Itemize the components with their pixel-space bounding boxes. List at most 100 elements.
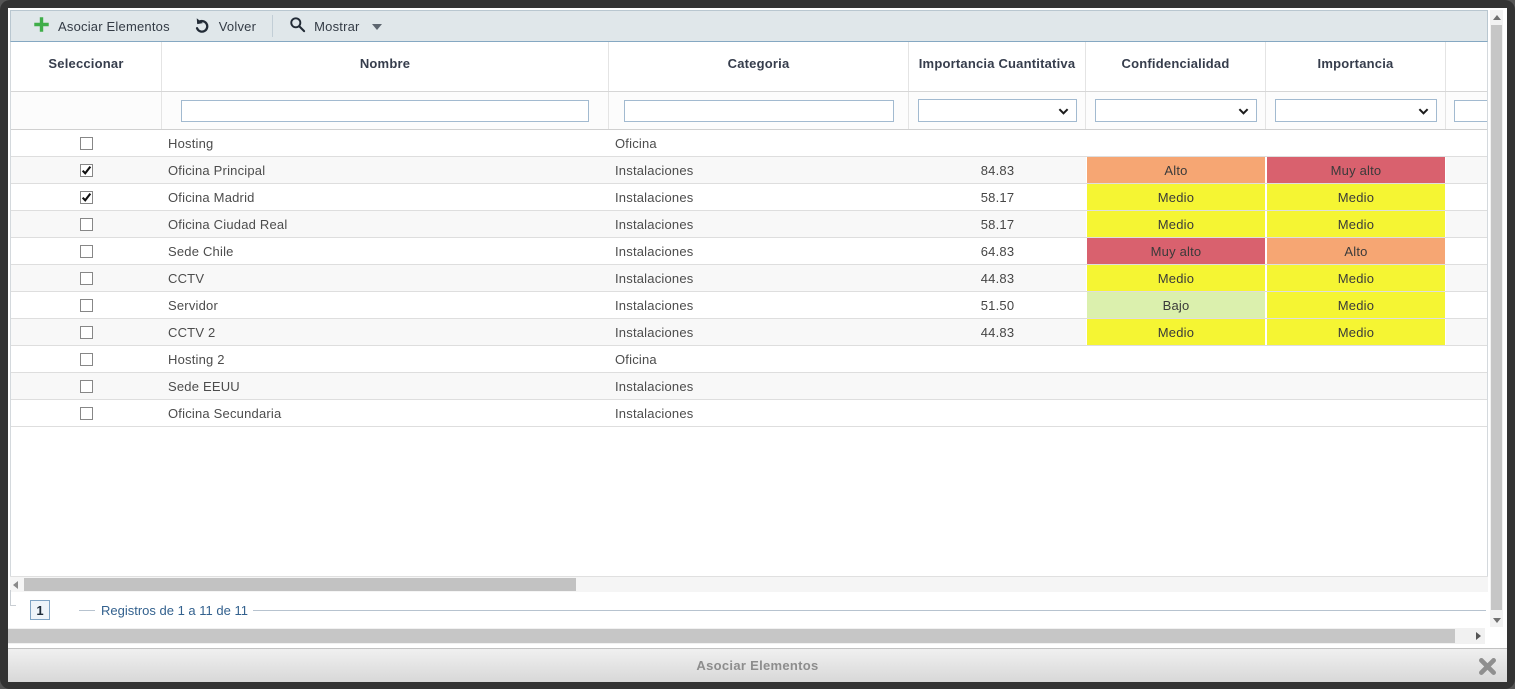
categoria-filter-input[interactable]	[624, 100, 894, 122]
row-checkbox[interactable]	[80, 407, 93, 420]
filter-row	[11, 92, 1487, 130]
row-categoria: Instalaciones	[609, 292, 909, 318]
row-nombre: CCTV	[162, 265, 609, 291]
table-row: Oficina Principal Instalaciones 84.83 Al…	[11, 157, 1487, 184]
records-count-text: Registros de 1 a 11 de 11	[101, 603, 248, 618]
row-checkbox[interactable]	[80, 245, 93, 258]
table-row: Oficina Secundaria Instalaciones	[11, 400, 1487, 427]
row-checkbox[interactable]	[80, 326, 93, 339]
volver-label: Volver	[219, 19, 256, 34]
row-categoria: Oficina	[609, 346, 909, 372]
scroll-right-icon[interactable]	[1476, 632, 1481, 640]
dialog-content: Asociar Elementos Volver	[8, 8, 1507, 682]
row-importancia-cuantitativa: 84.83	[909, 157, 1086, 183]
nombre-filter-input[interactable]	[181, 100, 589, 122]
row-importancia-cuantitativa: 58.17	[909, 211, 1086, 237]
table-row: Sede EEUU Instalaciones	[11, 373, 1487, 400]
vertical-scrollbar-thumb[interactable]	[1491, 25, 1502, 610]
row-importancia-cuantitativa: 64.83	[909, 238, 1086, 264]
importancia-badge: Muy alto	[1266, 157, 1446, 183]
row-nombre: Sede Chile	[162, 238, 609, 264]
column-header-nombre: Nombre	[162, 42, 609, 91]
row-checkbox[interactable]	[80, 191, 93, 204]
table-header-row: Seleccionar Nombre Categoria Importancia…	[11, 42, 1487, 92]
row-importancia-cuantitativa	[909, 130, 1086, 156]
row-nombre: Hosting 2	[162, 346, 609, 372]
table-horizontal-scrollbar-thumb[interactable]	[24, 578, 576, 591]
row-categoria: Oficina	[609, 130, 909, 156]
page-1-button[interactable]: 1	[30, 600, 50, 620]
table-horizontal-scrollbar[interactable]	[10, 576, 1488, 592]
table-body: Hosting Oficina Oficina Principal Instal…	[11, 130, 1487, 427]
filter-cell-seleccionar	[11, 92, 162, 129]
plus-icon	[33, 16, 50, 36]
legend-line-right	[253, 610, 1486, 611]
records-legend: Registros de 1 a 11 de 11	[79, 601, 1486, 619]
scroll-left-icon[interactable]	[13, 581, 18, 589]
chevron-down-icon	[1418, 106, 1429, 117]
row-checkbox[interactable]	[80, 137, 93, 150]
vertical-scrollbar[interactable]	[1490, 10, 1503, 627]
row-checkbox[interactable]	[80, 380, 93, 393]
column-header-importancia-cuantitativa: Importancia Cuantitativa	[909, 42, 1086, 91]
row-categoria: Instalaciones	[609, 238, 909, 264]
table-row: Servidor Instalaciones 51.50 Bajo Medio	[11, 292, 1487, 319]
chevron-down-icon	[1238, 106, 1249, 117]
row-checkbox[interactable]	[80, 218, 93, 231]
importancia-badge: Medio	[1266, 211, 1446, 237]
importancia-badge: Medio	[1266, 265, 1446, 291]
confidencialidad-filter-select[interactable]	[1095, 99, 1257, 122]
row-importancia-cuantitativa: 44.83	[909, 319, 1086, 345]
window-horizontal-scrollbar[interactable]	[8, 628, 1485, 644]
undo-icon	[194, 16, 211, 36]
importancia-badge: Medio	[1266, 319, 1446, 345]
dialog-title: Asociar Elementos	[696, 658, 818, 673]
close-icon[interactable]	[1476, 655, 1498, 677]
scroll-down-icon[interactable]	[1493, 618, 1501, 623]
importancia-filter-select[interactable]	[1275, 99, 1437, 122]
row-categoria: Instalaciones	[609, 157, 909, 183]
window-horizontal-scrollbar-thumb[interactable]	[8, 629, 1455, 643]
row-nombre: CCTV 2	[162, 319, 609, 345]
row-importancia-cuantitativa: 44.83	[909, 265, 1086, 291]
asociar-elementos-label: Asociar Elementos	[58, 19, 170, 34]
column-header-confidencialidad: Confidencialidad	[1086, 42, 1266, 91]
row-nombre: Servidor	[162, 292, 609, 318]
row-categoria: Instalaciones	[609, 265, 909, 291]
table-region: Seleccionar Nombre Categoria Importancia…	[10, 42, 1488, 576]
row-checkbox[interactable]	[80, 164, 93, 177]
row-nombre: Hosting	[162, 130, 609, 156]
table-row: CCTV 2 Instalaciones 44.83 Medio Medio	[11, 319, 1487, 346]
asociar-elementos-button[interactable]: Asociar Elementos	[21, 11, 182, 41]
row-checkbox[interactable]	[80, 272, 93, 285]
row-nombre: Oficina Madrid	[162, 184, 609, 210]
search-icon	[289, 16, 306, 36]
row-checkbox[interactable]	[80, 299, 93, 312]
scroll-up-icon[interactable]	[1493, 15, 1501, 20]
chevron-down-icon	[1058, 106, 1069, 117]
confidencialidad-badge: Alto	[1086, 157, 1266, 183]
table-border-corner	[10, 590, 16, 606]
toolbar: Asociar Elementos Volver	[10, 10, 1488, 42]
pagination-bar: 1 Registros de 1 a 11 de 11	[10, 592, 1488, 628]
table-row: Hosting Oficina	[11, 130, 1487, 157]
row-nombre: Oficina Ciudad Real	[162, 211, 609, 237]
confidencialidad-badge: Bajo	[1086, 292, 1266, 318]
table-row: Sede Chile Instalaciones 64.83 Muy alto …	[11, 238, 1487, 265]
row-nombre: Oficina Secundaria	[162, 400, 609, 426]
row-categoria: Instalaciones	[609, 373, 909, 399]
mostrar-button[interactable]: Mostrar	[277, 11, 393, 41]
extra-filter-input[interactable]	[1454, 100, 1487, 122]
row-categoria: Instalaciones	[609, 319, 909, 345]
confidencialidad-badge: Medio	[1086, 211, 1266, 237]
row-nombre: Oficina Principal	[162, 157, 609, 183]
volver-button[interactable]: Volver	[182, 11, 268, 41]
importancia-cuantitativa-filter-select[interactable]	[918, 99, 1077, 122]
confidencialidad-badge: Medio	[1086, 319, 1266, 345]
chevron-down-icon	[372, 24, 382, 30]
dialog-footer: Asociar Elementos	[8, 648, 1507, 682]
column-header-categoria: Categoria	[609, 42, 909, 91]
row-checkbox[interactable]	[80, 353, 93, 366]
toolbar-divider	[272, 15, 273, 37]
row-importancia-cuantitativa: 51.50	[909, 292, 1086, 318]
